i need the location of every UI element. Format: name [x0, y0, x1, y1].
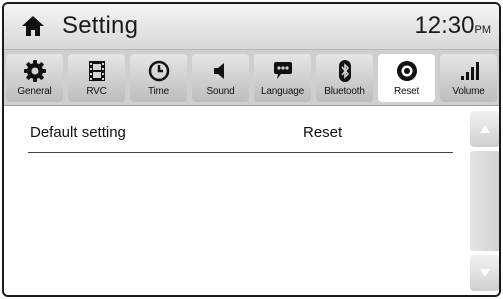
tab-volume-label: Volume	[452, 86, 485, 97]
clock-time: 12:30	[414, 12, 475, 39]
default-setting-label: Default setting	[30, 124, 126, 141]
page-title: Setting	[62, 12, 139, 39]
tab-rvc[interactable]: RVC	[68, 54, 125, 102]
triangle-up-icon	[480, 125, 490, 133]
tab-language[interactable]: Language	[254, 54, 311, 102]
tab-volume[interactable]: Volume	[440, 54, 497, 102]
tab-sound[interactable]: Sound	[192, 54, 249, 102]
bluetooth-icon	[338, 60, 351, 82]
scroll-down-button[interactable]	[470, 255, 499, 291]
app-window: Setting 12:30PM General RVC Time Sound L…	[2, 2, 501, 297]
tab-time-label: Time	[147, 86, 170, 97]
volume-bars-icon	[460, 62, 479, 80]
scrollbar-track[interactable]	[470, 151, 499, 251]
settings-tab-bar: General RVC Time Sound Language Bluetoot…	[4, 50, 499, 106]
tab-sound-label: Sound	[206, 86, 235, 97]
triangle-down-icon	[480, 269, 490, 277]
tab-time[interactable]: Time	[130, 54, 187, 102]
tab-language-label: Language	[261, 86, 304, 97]
scroll-up-button[interactable]	[470, 111, 499, 147]
tab-bluetooth[interactable]: Bluetooth	[316, 54, 373, 102]
clock-icon	[148, 60, 169, 82]
home-icon	[22, 16, 44, 36]
title-bar: Setting 12:30PM	[4, 4, 499, 50]
tab-bluetooth-label: Bluetooth	[324, 86, 365, 97]
film-icon	[88, 61, 105, 81]
gear-icon	[23, 60, 46, 82]
speaker-icon	[213, 63, 224, 79]
tab-general[interactable]: General	[6, 54, 63, 102]
clock-ampm: PM	[474, 24, 492, 36]
clock: 12:30PM	[414, 12, 491, 40]
tab-reset[interactable]: Reset	[378, 54, 435, 102]
home-button[interactable]	[20, 13, 46, 39]
reset-icon	[396, 61, 417, 81]
settings-content: Default setting Reset	[4, 107, 499, 295]
tab-rvc-label: RVC	[86, 86, 107, 97]
reset-value-button[interactable]: Reset	[303, 124, 342, 141]
row-divider	[28, 152, 453, 153]
tab-general-label: General	[17, 86, 52, 97]
tab-reset-label: Reset	[393, 86, 420, 97]
speech-bubble-icon	[273, 62, 292, 79]
